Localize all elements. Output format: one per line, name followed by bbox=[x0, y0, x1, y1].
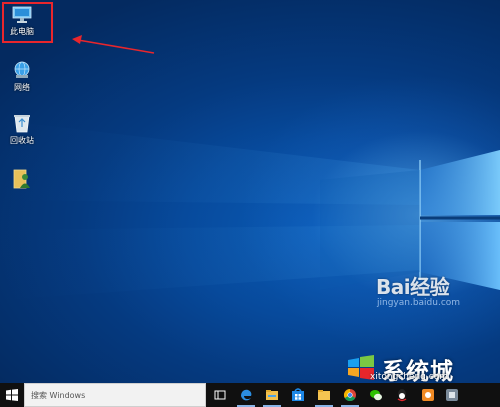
desktop-icon-network[interactable]: 网络 bbox=[0, 60, 44, 93]
file-explorer-icon bbox=[266, 390, 278, 400]
this-pc-icon bbox=[12, 6, 32, 23]
desktop-icon-label: 回收站 bbox=[10, 136, 34, 145]
desktop-icon-this-pc[interactable]: 此电脑 bbox=[0, 6, 44, 37]
baidu-watermark: Bai经验 bbox=[376, 275, 450, 299]
folder-icon bbox=[318, 390, 330, 400]
desktop-icon-label: 网络 bbox=[14, 83, 30, 92]
taskbar-wechat[interactable] bbox=[364, 383, 388, 407]
edge-icon bbox=[241, 389, 252, 401]
user-folder-icon bbox=[13, 169, 30, 189]
taskbar-chrome[interactable] bbox=[338, 383, 362, 407]
network-icon bbox=[14, 61, 30, 78]
app-icon bbox=[446, 389, 458, 401]
taskbar: 搜索 Windows bbox=[0, 383, 500, 407]
desktop-icon-recycle-bin[interactable]: 回收站 bbox=[0, 113, 44, 146]
windows-start-icon bbox=[6, 389, 18, 401]
taskbar-task-view[interactable] bbox=[208, 383, 232, 407]
taskbar-store[interactable] bbox=[286, 383, 310, 407]
recycle-bin-icon bbox=[14, 115, 30, 133]
wechat-icon bbox=[370, 390, 382, 401]
taskbar-edge[interactable] bbox=[234, 383, 258, 407]
chrome-icon bbox=[343, 389, 356, 402]
taskbar-folder[interactable] bbox=[312, 383, 336, 407]
search-input[interactable]: 搜索 Windows bbox=[24, 383, 206, 407]
site-logo-url: xitongcheng.com bbox=[370, 372, 448, 382]
desktop-icon-label: 此电脑 bbox=[10, 27, 34, 36]
desktop-icon-user-folder[interactable] bbox=[0, 168, 44, 193]
taskbar-orange-app[interactable] bbox=[416, 383, 440, 407]
qq-icon bbox=[397, 389, 407, 402]
desktop[interactable]: 此电脑 网络 回收站 Bai经验 jingyan.baidu.com 系统城 x… bbox=[0, 0, 500, 383]
site-logo: 系统城 xitongcheng.com bbox=[344, 354, 500, 383]
start-button[interactable] bbox=[0, 383, 24, 407]
taskbar-qq[interactable] bbox=[390, 383, 414, 407]
search-placeholder: 搜索 Windows bbox=[31, 391, 86, 400]
arrow-annotation bbox=[72, 35, 155, 54]
baidu-watermark-url: jingyan.baidu.com bbox=[377, 298, 461, 308]
taskbar-file-explorer[interactable] bbox=[260, 383, 284, 407]
store-icon bbox=[292, 388, 304, 401]
task-view-icon bbox=[214, 390, 226, 400]
taskbar-app[interactable] bbox=[440, 383, 464, 407]
orange-app-icon bbox=[422, 389, 434, 401]
